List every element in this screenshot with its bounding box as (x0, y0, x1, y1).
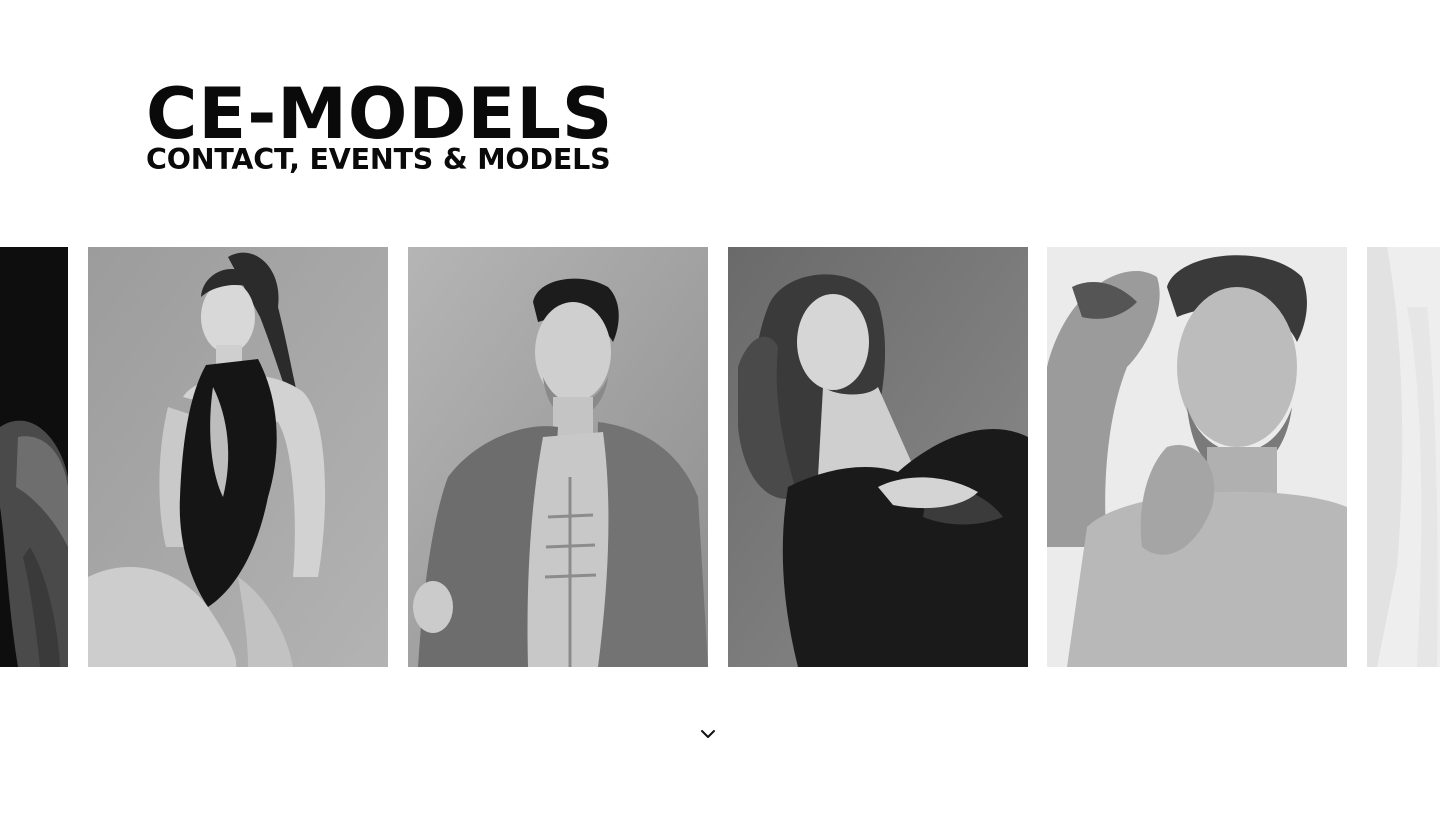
scroll-down-button[interactable] (696, 722, 720, 746)
model-card-3[interactable] (408, 247, 708, 667)
model-photo-1 (0, 247, 68, 667)
model-photo-4 (728, 247, 1028, 667)
model-photo-6 (1367, 247, 1440, 667)
model-photo-2 (88, 247, 388, 667)
model-carousel[interactable] (0, 247, 1440, 667)
brand-subtitle: CONTACT, EVENTS & MODELS (146, 143, 611, 176)
chevron-down-icon (701, 730, 715, 738)
model-card-5[interactable] (1047, 247, 1347, 667)
brand-logo[interactable]: CE-MODELS CONTACT, EVENTS & MODELS (146, 78, 622, 176)
model-card-4[interactable] (728, 247, 1028, 667)
model-photo-3 (408, 247, 708, 667)
model-card-1[interactable] (0, 247, 68, 667)
model-photo-5 (1047, 247, 1347, 667)
model-card-2[interactable] (88, 247, 388, 667)
brand-title: CE-MODELS (146, 73, 614, 155)
model-card-6[interactable] (1367, 247, 1440, 667)
